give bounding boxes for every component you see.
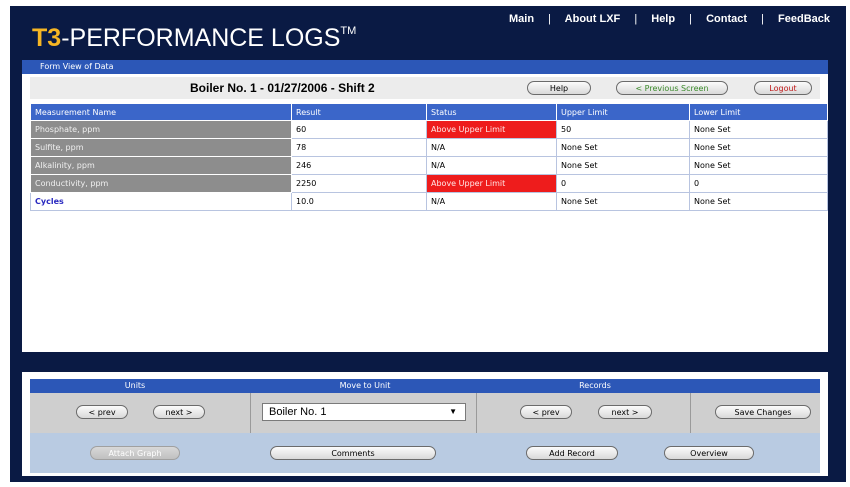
upper-limit: 50	[556, 120, 690, 139]
records-prev-button[interactable]: < prev	[520, 405, 572, 419]
table-header-row: Measurement Name Result Status Upper Lim…	[30, 103, 828, 121]
status-badge: N/A	[426, 192, 557, 211]
top-navigation: Main | About LXF | Help | Contact | Feed…	[509, 13, 830, 25]
table-row: Alkalinity, ppm 246 N/A None Set None Se…	[30, 156, 828, 175]
section-divider	[476, 393, 477, 433]
previous-screen-button[interactable]: < Previous Screen	[616, 81, 728, 95]
column-header: Measurement Name	[30, 103, 292, 121]
nav-help-link[interactable]: Help	[651, 13, 675, 25]
column-header: Result	[291, 103, 427, 121]
action-controls: Attach Graph Comments Add Record Overvie…	[30, 433, 820, 473]
units-prev-button[interactable]: < prev	[76, 405, 128, 419]
table-row: Sulfite, ppm 78 N/A None Set None Set	[30, 138, 828, 157]
result-value: 2250	[291, 174, 427, 193]
panel-title: Form View of Data	[22, 60, 828, 74]
form-view-panel: Form View of Data Boiler No. 1 - 01/27/2…	[22, 60, 828, 352]
section-divider	[250, 393, 251, 433]
save-changes-button[interactable]: Save Changes	[715, 405, 811, 419]
result-value: 78	[291, 138, 427, 157]
navigation-header: Units Move to Unit Records	[30, 379, 820, 393]
nav-contact-link[interactable]: Contact	[706, 13, 747, 25]
records-next-button[interactable]: next >	[598, 405, 652, 419]
measurement-name-link[interactable]: Cycles	[30, 192, 292, 211]
result-value: 10.0	[291, 192, 427, 211]
column-header: Lower Limit	[689, 103, 828, 121]
move-to-unit-label: Move to Unit	[339, 381, 391, 390]
table-row: Cycles 10.0 N/A None Set None Set	[30, 192, 828, 211]
table-row: Phosphate, ppm 60 Above Upper Limit 50 N…	[30, 120, 828, 139]
app-logo: T3-PERFORMANCE LOGSTM	[32, 24, 356, 53]
lower-limit: 0	[689, 174, 828, 193]
measurement-name[interactable]: Conductivity, ppm	[30, 174, 292, 193]
navigation-panel: Units Move to Unit Records < prev next >…	[22, 372, 828, 476]
units-next-button[interactable]: next >	[153, 405, 205, 419]
upper-limit: None Set	[556, 156, 690, 175]
logo-text: -PERFORMANCE LOGS	[61, 24, 341, 52]
nav-separator: |	[634, 13, 638, 25]
records-section-label: Records	[579, 381, 611, 390]
logo-prefix: T3	[32, 24, 62, 52]
nav-separator: |	[548, 13, 551, 25]
upper-limit: 0	[556, 174, 690, 193]
units-section-label: Units	[124, 381, 146, 390]
record-header: Boiler No. 1 - 01/27/2006 - Shift 2 Help…	[30, 77, 820, 99]
navigation-controls: < prev next > Boiler No. 1 ▼ < prev next…	[30, 393, 820, 433]
unit-selected-value: Boiler No. 1	[269, 406, 327, 418]
column-header: Upper Limit	[556, 103, 690, 121]
unit-select[interactable]: Boiler No. 1 ▼	[262, 403, 466, 421]
lower-limit: None Set	[689, 156, 828, 175]
nav-separator: |	[689, 13, 693, 25]
nav-feedback-link[interactable]: FeedBack	[778, 13, 830, 25]
status-badge: Above Upper Limit	[426, 174, 557, 193]
lower-limit: None Set	[689, 192, 828, 211]
logo-trademark: TM	[340, 25, 357, 37]
result-value: 60	[291, 120, 427, 139]
measurement-name[interactable]: Sulfite, ppm	[30, 138, 292, 157]
lower-limit: None Set	[689, 120, 828, 139]
lower-limit: None Set	[689, 138, 828, 157]
measurement-name[interactable]: Alkalinity, ppm	[30, 156, 292, 175]
column-header: Status	[426, 103, 557, 121]
overview-button[interactable]: Overview	[664, 446, 754, 460]
section-divider	[690, 393, 691, 433]
nav-about-link[interactable]: About LXF	[565, 13, 621, 25]
dropdown-arrow-icon: ▼	[449, 407, 457, 416]
comments-button[interactable]: Comments	[270, 446, 436, 460]
status-badge: N/A	[426, 156, 557, 175]
help-button[interactable]: Help	[527, 81, 591, 95]
record-title: Boiler No. 1 - 01/27/2006 - Shift 2	[190, 81, 375, 95]
measurement-table: Measurement Name Result Status Upper Lim…	[30, 103, 828, 211]
upper-limit: None Set	[556, 138, 690, 157]
table-row: Conductivity, ppm 2250 Above Upper Limit…	[30, 174, 828, 193]
result-value: 246	[291, 156, 427, 175]
nav-separator: |	[761, 13, 764, 25]
status-badge: Above Upper Limit	[426, 120, 557, 139]
logout-button[interactable]: Logout	[754, 81, 812, 95]
attach-graph-button: Attach Graph	[90, 446, 180, 460]
status-badge: N/A	[426, 138, 557, 157]
nav-main-link[interactable]: Main	[509, 13, 534, 25]
add-record-button[interactable]: Add Record	[526, 446, 618, 460]
upper-limit: None Set	[556, 192, 690, 211]
measurement-name[interactable]: Phosphate, ppm	[30, 120, 292, 139]
